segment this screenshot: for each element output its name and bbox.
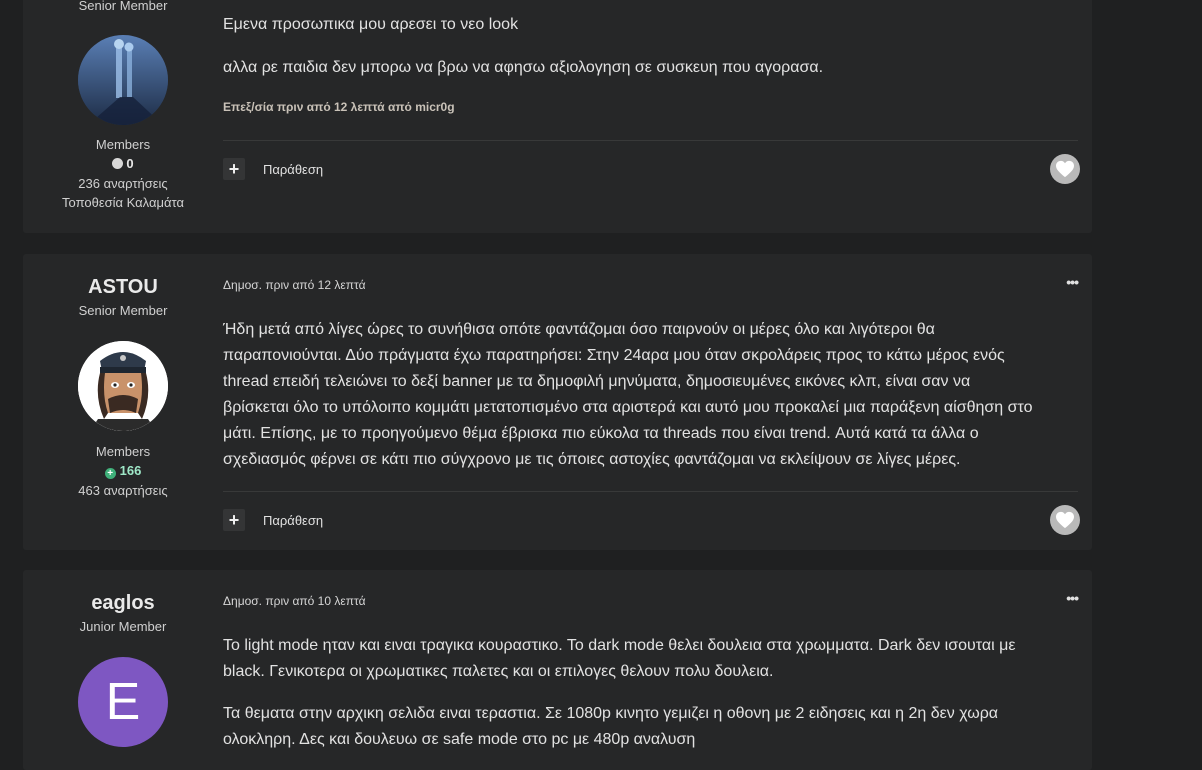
avatar[interactable]: E — [78, 657, 168, 747]
post-2: ASTOU Senior Member Members +166 463 ανα… — [23, 254, 1092, 550]
author-post-count: 463 αναρτήσεις — [78, 483, 168, 498]
like-button[interactable] — [1050, 505, 1080, 535]
multiquote-button[interactable]: + — [223, 158, 245, 180]
heart-icon — [1056, 160, 1074, 178]
reputation-neutral-icon — [112, 158, 124, 169]
plus-icon: + — [228, 159, 240, 179]
author-reputation: +166 — [23, 463, 223, 479]
post-actions: + Παράθεση — [223, 154, 1080, 184]
post-line: Το light mode ηταν και ειναι τραγικα κου… — [223, 637, 1016, 654]
post-line: Τα θεματα στην αρχικη σελιδα ειναι τερασ… — [223, 705, 999, 722]
post-paragraph: Εμενα προσωπικα μου αρεσει το νεο look — [223, 16, 519, 33]
post-date[interactable]: Δημοσ. πριν από 10 λεπτά — [223, 594, 366, 608]
post-author-panel: eaglos Junior Member E — [23, 570, 223, 770]
avatar-image — [78, 35, 168, 125]
author-post-count: 236 αναρτήσεις — [78, 176, 168, 191]
author-title: Senior Member — [78, 303, 168, 318]
post-1: Senior Member Members 0 236 αναρτήσεις Τ… — [23, 0, 1092, 233]
post-body: Το light mode ηταν και ειναι τραγικα κου… — [223, 633, 1063, 685]
post-3: eaglos Junior Member E Δημοσ. πριν από 1… — [23, 570, 1092, 770]
post-paragraph: αλλα ρε παιδια δεν μπορω να βρω να αφησω… — [223, 59, 824, 76]
post-line: thread επειδή τελειώνει το δεξί banner μ… — [223, 373, 971, 390]
post-line: black. Γενικοτερα οι χρωματικες παλετες … — [223, 663, 774, 680]
post-actions: + Παράθεση — [223, 505, 1080, 535]
post-line: παραπονιούνται. Δύο πράγματα έχω παρατηρ… — [223, 347, 1005, 364]
more-options-button[interactable]: ••• — [1066, 274, 1079, 290]
ellipsis-icon: ••• — [1066, 274, 1079, 290]
post-content: Δημοσ. πριν από 10 λεπτά ••• Το light mo… — [223, 570, 1079, 770]
post-date[interactable]: Δημοσ. πριν από 12 λεπτά — [223, 278, 366, 292]
author-location: Τοποθεσία Καλαμάτα — [62, 195, 184, 210]
avatar[interactable] — [78, 35, 168, 125]
quote-button[interactable]: Παράθεση — [263, 513, 323, 528]
post-line: σχεδιασμός φέρνει σε κάτι πιο σύγχρονο μ… — [223, 451, 961, 468]
quote-button[interactable]: Παράθεση — [263, 162, 323, 177]
post-body: αλλα ρε παιδια δεν μπορω να βρω να αφησω… — [223, 55, 1063, 81]
post-content: Εμενα προσωπικα μου αρεσει το νεο look α… — [223, 0, 1080, 233]
author-title: Senior Member — [78, 0, 168, 13]
plus-icon: + — [228, 510, 240, 530]
more-options-button[interactable]: ••• — [1066, 590, 1079, 606]
post-body: Τα θεματα στην αρχικη σελιδα ειναι τερασ… — [223, 701, 1063, 753]
post-line: ολοκληρη. Δες και δουλευω σε safe mode σ… — [223, 731, 696, 748]
multiquote-button[interactable]: + — [223, 509, 245, 531]
author-group: Members — [95, 444, 151, 459]
reputation-value: 0 — [126, 156, 134, 171]
divider — [223, 140, 1078, 141]
author-reputation: 0 — [23, 156, 223, 171]
author-name[interactable]: ASTOU — [23, 276, 223, 299]
like-button[interactable] — [1050, 154, 1080, 184]
avatar-image — [78, 341, 168, 431]
post-line: βρίσκεται όλο το υπόλοιπο κομμάτι μετατο… — [223, 399, 1033, 416]
reputation-positive-icon: + — [104, 468, 116, 479]
avatar-letter: E — [105, 673, 141, 731]
author-group: Members — [95, 137, 151, 152]
post-line: Ήδη μετά από λίγες ώρες το συνήθισα οπότ… — [223, 321, 935, 338]
post-author-panel: Senior Member Members 0 236 αναρτήσεις Τ… — [23, 0, 223, 233]
post-body: Ήδη μετά από λίγες ώρες το συνήθισα οπότ… — [223, 317, 1063, 473]
heart-icon — [1056, 511, 1074, 529]
ellipsis-icon: ••• — [1066, 590, 1079, 606]
divider — [223, 491, 1078, 492]
author-title: Junior Member — [79, 619, 167, 634]
post-body: Εμενα προσωπικα μου αρεσει το νεο look — [223, 12, 1063, 38]
post-author-panel: ASTOU Senior Member Members +166 463 ανα… — [23, 254, 223, 550]
edited-note: Επεξ/σία πριν από 12 λεπτά από micr0g — [223, 100, 455, 114]
post-content: Δημοσ. πριν από 12 λεπτά ••• Ήδη μετά απ… — [223, 254, 1080, 550]
reputation-value: 166 — [119, 463, 142, 478]
post-line: μάτι. Επίσης, με το προηγούμενο θέμα έβρ… — [223, 425, 979, 442]
avatar[interactable] — [78, 341, 168, 431]
author-name[interactable]: eaglos — [23, 592, 223, 615]
